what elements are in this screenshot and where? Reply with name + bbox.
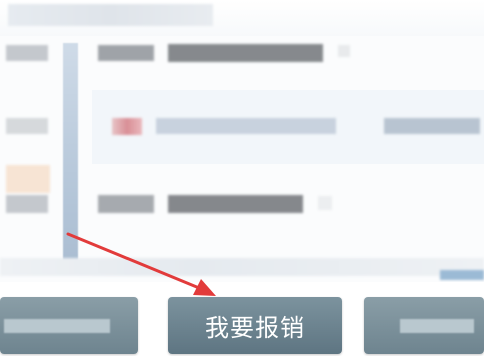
blurred-text-row-3b (6, 195, 48, 213)
status-marker (112, 118, 142, 135)
blurred-text-row-4-accent (440, 270, 484, 280)
vertical-guide-line (63, 43, 78, 273)
blurred-text-row-2a (6, 118, 48, 134)
header-strip (0, 0, 484, 36)
blurred-text-row-3d (168, 195, 303, 213)
blurred-text-row-1d (338, 45, 350, 57)
blurred-button-label (400, 319, 474, 333)
blurred-text-row-3a (6, 165, 50, 193)
submit-expense-button[interactable]: 我要报销 (168, 297, 342, 354)
submit-expense-button-label: 我要报销 (205, 314, 305, 342)
blurred-text-row-1c (168, 44, 323, 62)
blurred-text-row-2b (156, 118, 336, 134)
blurred-text-row-3c (98, 195, 154, 213)
blurred-text-row-1b (98, 45, 154, 61)
blurred-text-row-2c (384, 118, 480, 134)
blurred-button-label (4, 319, 110, 333)
blurred-title-text (8, 4, 213, 26)
right-action-button[interactable] (364, 297, 484, 354)
blurred-text-row-4 (0, 258, 484, 276)
left-action-button[interactable] (0, 297, 138, 354)
blurred-text-row-1a (6, 45, 48, 61)
blurred-text-row-3e (318, 196, 332, 210)
